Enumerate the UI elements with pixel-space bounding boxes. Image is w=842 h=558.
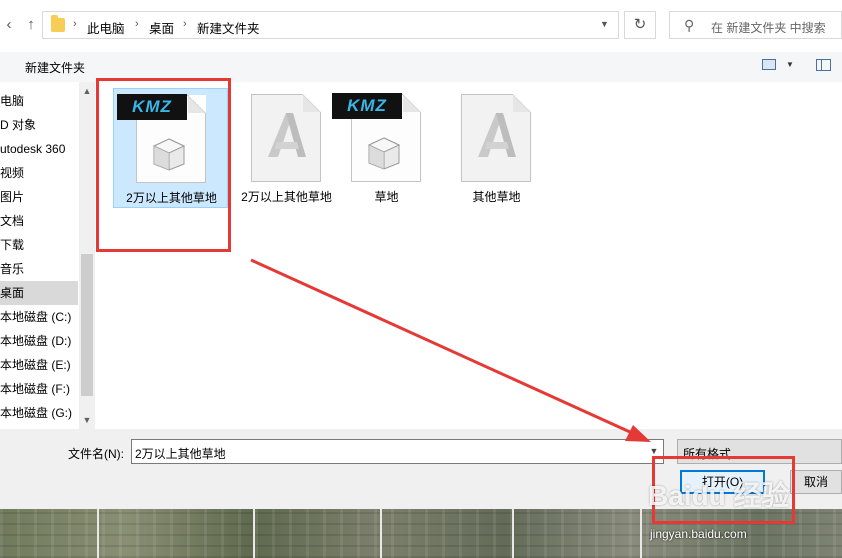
- sidebar-item-downloads[interactable]: 下载: [0, 233, 78, 257]
- chevron-down-icon[interactable]: ▼: [786, 60, 794, 69]
- cube-icon: [367, 137, 401, 170]
- sidebar-item-drive-g[interactable]: 本地磁盘 (G:): [0, 401, 78, 425]
- filename-input[interactable]: 2万以上其他草地 ▼: [131, 439, 664, 464]
- breadcrumb-separator-icon: ›: [73, 18, 77, 30]
- breadcrumb-desktop[interactable]: 桌面: [149, 18, 174, 37]
- sidebar-item-pictures[interactable]: 图片: [0, 185, 78, 209]
- view-options-icon[interactable]: [762, 59, 776, 70]
- file-name: 其他草地: [472, 190, 521, 204]
- watermark-url: jingyan.baidu.com: [650, 527, 747, 541]
- baidu-jingyan-logo: Baidu 经验: [648, 480, 790, 511]
- chevron-down-icon[interactable]: ▼: [600, 19, 609, 29]
- sidebar-item-this-pc[interactable]: 电脑: [0, 89, 78, 113]
- sidebar-item-autodesk-360[interactable]: utodesk 360: [0, 137, 78, 161]
- file-name: 草地: [374, 190, 399, 204]
- breadcrumb-separator-icon: ›: [183, 18, 187, 30]
- chevron-down-icon[interactable]: ▼: [79, 415, 95, 425]
- breadcrumb-new-folder[interactable]: 新建文件夹: [197, 18, 260, 37]
- sidebar-item-3d-objects[interactable]: D 对象: [0, 113, 78, 137]
- sidebar-item-desktop[interactable]: 桌面: [0, 281, 78, 305]
- sidebar-item-videos[interactable]: 视频: [0, 161, 78, 185]
- autocad-logo-icon: [478, 113, 516, 157]
- search-icon: ⚲: [684, 17, 695, 33]
- preview-pane-icon[interactable]: [816, 59, 831, 71]
- file-item[interactable]: 2万以上其他草地: [229, 88, 344, 208]
- file-item[interactable]: KMZ 草地: [329, 88, 444, 208]
- sidebar-item-documents[interactable]: 文档: [0, 209, 78, 233]
- breadcrumb-separator-icon: ›: [135, 18, 139, 30]
- sidebar-item-drive-d[interactable]: 本地磁盘 (D:): [0, 329, 78, 353]
- sidebar-item-drive-e[interactable]: 本地磁盘 (E:): [0, 353, 78, 377]
- filename-value: 2万以上其他草地: [135, 447, 226, 461]
- search-placeholder: 在 新建文件夹 中搜索: [711, 21, 826, 35]
- sidebar-item-music[interactable]: 音乐: [0, 257, 78, 281]
- cancel-button[interactable]: 取消: [790, 470, 842, 494]
- refresh-icon: ↻: [633, 16, 647, 33]
- refresh-button[interactable]: ↻: [624, 11, 656, 39]
- filename-label: 文件名(N):: [68, 447, 124, 461]
- folder-icon: [51, 15, 65, 32]
- search-input[interactable]: ⚲ 在 新建文件夹 中搜索: [669, 11, 842, 39]
- autocad-logo-icon: [268, 113, 306, 157]
- address-toolbar: ‹ ↑ › 此电脑 › 桌面 › 新建文件夹 ▼ ↻ ⚲ 在 新建文件夹 中搜索: [0, 0, 842, 52]
- up-arrow-icon[interactable]: ↑: [22, 14, 40, 36]
- file-item[interactable]: 其他草地: [439, 88, 554, 208]
- new-folder-button[interactable]: 新建文件夹: [25, 59, 85, 76]
- file-name: 2万以上其他草地: [241, 190, 332, 204]
- sidebar-item-drive-c[interactable]: 本地磁盘 (C:): [0, 305, 78, 329]
- kmz-file-icon: KMZ: [332, 93, 421, 182]
- address-bar[interactable]: › 此电脑 › 桌面 › 新建文件夹 ▼: [42, 11, 619, 39]
- scrollbar-thumb[interactable]: [81, 254, 93, 396]
- navigation-pane: 电脑 D 对象 utodesk 360 视频 图片 文档 下载 音乐 桌面 本地…: [0, 82, 95, 429]
- annotation-highlight-box: [96, 78, 231, 252]
- autocad-file-icon: [251, 94, 321, 182]
- autocad-file-icon: [461, 94, 531, 182]
- chevron-left-icon[interactable]: ‹: [2, 14, 16, 36]
- sidebar-item-drive-f[interactable]: 本地磁盘 (F:): [0, 377, 78, 401]
- chevron-up-icon[interactable]: ▲: [79, 86, 95, 96]
- kmz-badge: KMZ: [332, 93, 402, 119]
- breadcrumb-this-pc[interactable]: 此电脑: [87, 18, 125, 37]
